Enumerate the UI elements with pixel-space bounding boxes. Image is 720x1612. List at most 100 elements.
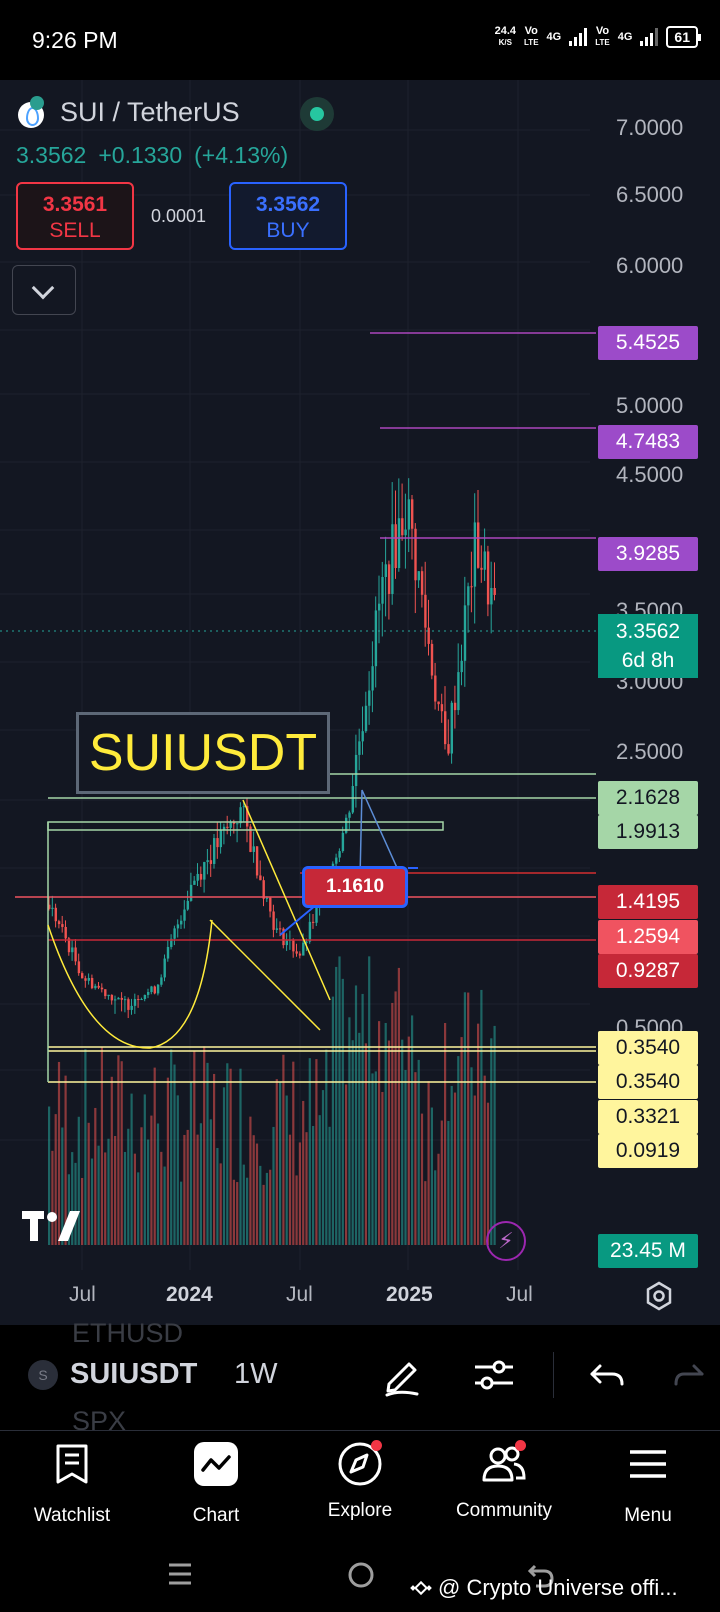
candle-body xyxy=(176,924,180,929)
undo-icon[interactable] xyxy=(586,1352,632,1398)
volume-bar xyxy=(232,1179,235,1245)
indicators-icon[interactable] xyxy=(471,1352,517,1398)
candle-body xyxy=(387,564,391,594)
home-icon[interactable] xyxy=(346,1560,376,1590)
candle-body xyxy=(397,518,401,569)
level-tag[interactable]: 1.4195 xyxy=(598,885,698,919)
change-pct: (+4.13%) xyxy=(194,142,289,168)
candle-body xyxy=(123,999,127,1001)
time-tick: Jul xyxy=(286,1283,313,1306)
candle-body xyxy=(265,897,269,899)
candle-body xyxy=(199,873,203,880)
volume-bar xyxy=(153,1067,156,1245)
volume-bar xyxy=(361,993,364,1245)
symbol-title[interactable]: SUI / TetherUS xyxy=(60,97,240,128)
candle-body xyxy=(279,928,282,930)
volume-bar xyxy=(467,992,470,1245)
nav-explore[interactable]: Explore xyxy=(290,1440,430,1522)
volume-bar xyxy=(107,1138,110,1245)
volume-bar xyxy=(308,1058,311,1245)
time-tick: Jul xyxy=(506,1283,533,1306)
volume-bar xyxy=(196,1134,199,1245)
candle-body xyxy=(440,704,444,712)
triangle-drawing xyxy=(359,789,400,879)
candle-body xyxy=(420,571,424,595)
volume-bar xyxy=(394,991,397,1245)
volume-bar xyxy=(450,1085,453,1245)
time-tick: 2025 xyxy=(386,1283,433,1306)
candle-body xyxy=(354,754,358,787)
candle-body xyxy=(94,985,97,989)
level-tag[interactable]: 0.3540 xyxy=(598,1031,698,1065)
level-tag[interactable]: 0.3321 xyxy=(598,1100,698,1134)
collapse-button[interactable] xyxy=(12,265,76,315)
level-tag[interactable]: 0.9287 xyxy=(598,954,698,988)
volume-bar xyxy=(123,1151,127,1245)
candle-body xyxy=(90,977,94,989)
volume-bar xyxy=(120,1061,123,1245)
chart-icon xyxy=(194,1442,238,1486)
volume-bar xyxy=(434,1170,437,1245)
level-tag[interactable]: 5.4525 xyxy=(598,326,698,360)
volume-bar xyxy=(378,1021,381,1245)
volume-bar xyxy=(84,1049,87,1245)
candle-body xyxy=(473,522,477,587)
candle-body xyxy=(444,711,447,745)
candle-body xyxy=(51,907,54,909)
volume-tag[interactable]: 23.45 M xyxy=(598,1234,698,1268)
sell-button[interactable]: 3.3561 SELL xyxy=(16,182,134,250)
candle-body xyxy=(391,524,394,594)
candle-body xyxy=(453,702,457,711)
volume-bar xyxy=(180,1181,183,1245)
price-tick: 2.5000 xyxy=(616,739,684,764)
volume-bar xyxy=(94,1107,97,1245)
status-icons: 24.4 K/S Vo LTE 4G Vo LTE 4G 61 xyxy=(495,25,701,48)
level-tag[interactable]: 1.9913 xyxy=(598,815,698,849)
symbol-selector[interactable]: S SUIUSDT xyxy=(28,1358,197,1391)
interval-selector[interactable]: 1W xyxy=(234,1358,278,1391)
recent-apps-icon[interactable] xyxy=(166,1560,194,1588)
nav-community[interactable]: Community xyxy=(434,1440,574,1522)
candle-body xyxy=(272,911,275,930)
redo-icon[interactable] xyxy=(674,1352,720,1398)
volume-bar xyxy=(374,1071,377,1245)
level-tag[interactable]: 2.1628 xyxy=(598,781,698,815)
volume-bar xyxy=(272,1126,275,1245)
nav-chart[interactable]: Chart xyxy=(146,1440,286,1527)
level-tag[interactable]: 1.2594 xyxy=(598,920,698,954)
lightning-icon[interactable]: ⚡ xyxy=(486,1221,526,1261)
buy-button[interactable]: 3.3562 BUY xyxy=(229,182,347,250)
nav-watchlist[interactable]: Watchlist xyxy=(2,1440,142,1527)
nav-menu[interactable]: Menu xyxy=(578,1440,718,1527)
current-price-tag[interactable]: 3.3562 6d 8h xyxy=(598,614,698,678)
volume-bar xyxy=(384,1022,387,1245)
candle-body xyxy=(81,973,84,979)
level-tag[interactable]: 3.9285 xyxy=(598,537,698,571)
price-callout[interactable]: 1.1610 xyxy=(302,866,408,908)
candle-body xyxy=(160,977,163,985)
nav-label: Community xyxy=(455,1500,553,1521)
market-status-icon[interactable] xyxy=(300,97,334,131)
candle-body xyxy=(394,524,397,569)
candle-body xyxy=(173,928,176,939)
candle-body xyxy=(447,744,450,754)
chart-settings-icon[interactable] xyxy=(644,1281,674,1311)
level-tag[interactable]: 4.7483 xyxy=(598,425,698,459)
level-tag[interactable]: 0.3540 xyxy=(598,1065,698,1099)
volume-bar xyxy=(203,1046,206,1245)
volume-bar xyxy=(371,1073,374,1245)
level-tag[interactable]: 0.0919 xyxy=(598,1134,698,1168)
volume-bar xyxy=(252,1135,255,1245)
candle-body xyxy=(147,992,150,995)
volume-bar xyxy=(440,1120,443,1245)
candle-body xyxy=(434,675,437,702)
candle-body xyxy=(71,947,74,953)
candle-body xyxy=(450,702,453,754)
volte-icon-2: Vo LTE xyxy=(595,25,610,48)
candle-body xyxy=(203,862,206,880)
status-bar: 9:26 PM 24.4 K/S Vo LTE 4G Vo LTE 4G 61 xyxy=(0,0,720,80)
candle-body xyxy=(295,951,298,954)
volume-bar xyxy=(368,956,371,1245)
symbol-text-annotation[interactable]: SUIUSDT xyxy=(76,712,330,794)
drawing-pencil-icon[interactable] xyxy=(379,1352,425,1398)
